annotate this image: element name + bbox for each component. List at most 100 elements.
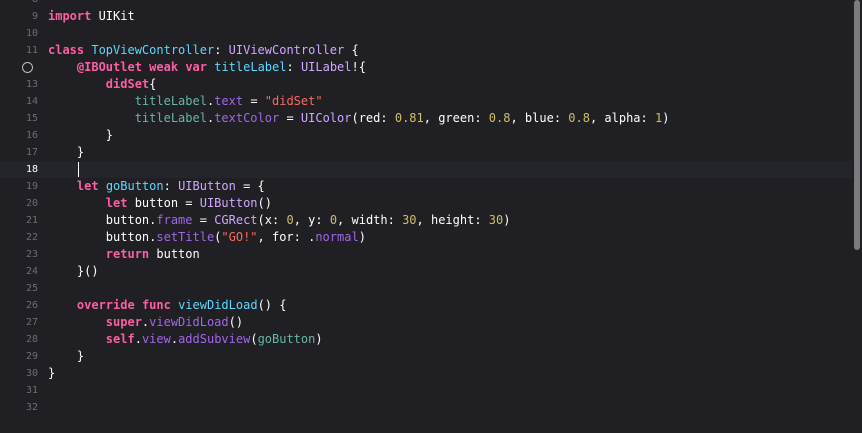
- code-token: }: [48, 349, 85, 363]
- code-token: titleLabel: [134, 94, 207, 108]
- code-text: }(): [48, 263, 99, 280]
- code-token: 0.8: [488, 111, 511, 125]
- code-token: var: [185, 60, 207, 74]
- code-line[interactable]: 32: [0, 399, 852, 416]
- code-line[interactable]: 15 titleLabel.textColor = UIColor(red: 0…: [0, 110, 852, 127]
- code-text: titleLabel.textColor = UIColor(red: 0.81…: [48, 110, 670, 127]
- code-token: button =: [127, 196, 200, 210]
- code-token: , alpha:: [589, 111, 655, 125]
- code-line[interactable]: 31: [0, 382, 852, 399]
- code-token: .: [134, 332, 142, 346]
- code-token: UIViewController: [228, 43, 345, 57]
- code-token: 0: [329, 213, 338, 227]
- code-line[interactable]: 23 return button: [0, 246, 852, 263]
- code-token: 0.81: [394, 111, 424, 125]
- code-line[interactable]: 30}: [0, 365, 852, 382]
- code-line[interactable]: 9 import UIKit: [0, 8, 852, 25]
- line-number: 25: [25, 283, 38, 294]
- code-line[interactable]: 29 }: [0, 348, 852, 365]
- outlet-connection-icon[interactable]: [22, 62, 33, 73]
- code-token: view: [141, 332, 171, 346]
- code-line[interactable]: 13 didSet{: [0, 76, 852, 93]
- code-token: normal: [315, 230, 359, 244]
- code-line[interactable]: 10: [0, 25, 852, 42]
- code-line[interactable]: 21 button.frame = CGRect(x: 0, y: 0, wid…: [0, 212, 852, 229]
- code-token: class: [48, 43, 85, 57]
- code-token: (): [228, 315, 244, 329]
- code-token: :: [163, 179, 179, 193]
- line-number: 28: [25, 334, 38, 345]
- code-token: UIColor: [300, 111, 352, 125]
- code-line[interactable]: 24 }(): [0, 263, 852, 280]
- code-line[interactable]: 27 super.viewDidLoad(): [0, 314, 852, 331]
- code-text: override func viewDidLoad() {: [48, 297, 287, 314]
- code-token: =: [192, 213, 215, 227]
- code-token: = {: [235, 179, 265, 193]
- code-line[interactable]: 14 titleLabel.text = "didSet": [0, 93, 852, 110]
- code-token: goButton: [257, 332, 316, 346]
- code-token: UILabel: [300, 60, 352, 74]
- code-line[interactable]: 22 button.setTitle("GO!", for: .normal): [0, 229, 852, 246]
- code-editor[interactable]: 32 31 30} 29 } 28 self.view.addSubview(goBut…: [0, 0, 862, 433]
- line-number: 9: [31, 11, 38, 22]
- code-text: let goButton: UIButton = {: [48, 178, 265, 195]
- code-line[interactable]: 28 self.view.addSubview(goButton): [0, 331, 852, 348]
- code-token: }: [48, 145, 85, 159]
- code-token: titleLabel: [134, 111, 207, 125]
- code-token: , blue:: [510, 111, 569, 125]
- line-number: 21: [25, 215, 38, 226]
- code-text: @IBOutlet weak var titleLabel: UILabel!{: [48, 59, 366, 76]
- code-line[interactable]: 16 }: [0, 127, 852, 144]
- line-number: 14: [25, 96, 38, 107]
- code-token: (red:: [351, 111, 395, 125]
- line-number: 29: [25, 351, 38, 362]
- code-token: button.: [48, 213, 157, 227]
- text-cursor: [78, 162, 79, 177]
- code-token: UIButton: [178, 179, 236, 193]
- code-text: super.viewDidLoad(): [48, 314, 243, 331]
- code-token: button.: [48, 230, 157, 244]
- code-line[interactable]: 20 let button = UIButton(): [0, 195, 852, 212]
- code-token: TopViewController: [91, 43, 215, 57]
- code-line[interactable]: 17 }: [0, 144, 852, 161]
- code-token: !{: [351, 60, 366, 74]
- line-number: 31: [25, 385, 38, 396]
- code-token: =: [243, 94, 265, 108]
- code-text: didSet{: [48, 76, 157, 93]
- line-number: 17: [25, 147, 38, 158]
- code-text: button.setTitle("GO!", for: .normal): [48, 229, 366, 246]
- code-token: viewDidLoad: [178, 298, 258, 312]
- code-line[interactable]: 11 class TopViewController: UIViewControl…: [0, 42, 852, 59]
- code-token: import: [48, 9, 92, 23]
- line-number: 26: [25, 300, 38, 311]
- code-token: =: [279, 111, 301, 125]
- code-token: , height:: [416, 213, 489, 227]
- code-token: "didSet": [264, 94, 323, 108]
- code-token: , width:: [337, 213, 403, 227]
- line-number: 23: [25, 249, 38, 260]
- code-line[interactable]: 25: [0, 280, 852, 297]
- vertical-scrollbar[interactable]: [854, 0, 860, 250]
- code-token: .: [170, 332, 179, 346]
- line-number: 22: [25, 232, 38, 243]
- code-token: }: [48, 366, 56, 380]
- code-text: let button = UIButton(): [48, 195, 272, 212]
- code-line[interactable]: 26 override func viewDidLoad() {: [0, 297, 852, 314]
- code-line[interactable]: 18: [0, 161, 852, 178]
- code-line[interactable]: 8: [0, 0, 852, 8]
- code-token: , y:: [293, 213, 330, 227]
- code-token: override: [76, 298, 135, 312]
- line-number: 11: [25, 45, 38, 56]
- code-line[interactable]: 19 let goButton: UIButton = {: [0, 178, 852, 195]
- code-line[interactable]: @IBOutlet weak var titleLabel: UILabel!{: [0, 59, 852, 76]
- code-token: }(): [48, 264, 99, 278]
- code-text: }: [48, 348, 84, 365]
